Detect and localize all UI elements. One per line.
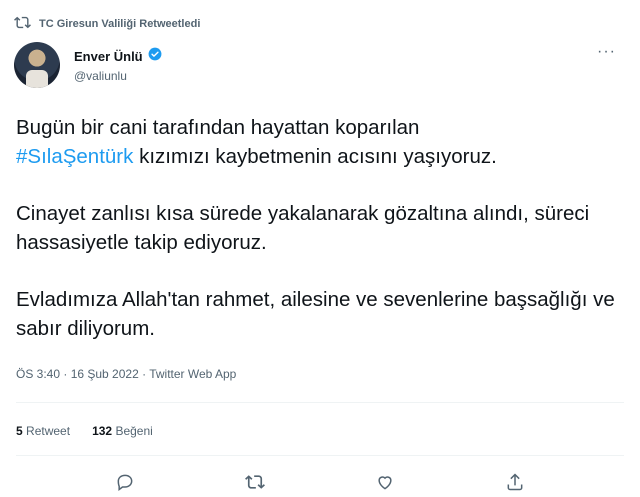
retweet-context-label: TC Giresun Valiliği Retweetledi <box>39 18 201 30</box>
more-options-icon[interactable]: ··· <box>597 44 616 60</box>
avatar[interactable] <box>14 42 60 88</box>
retweet-context[interactable]: TC Giresun Valiliği Retweetledi <box>14 14 200 34</box>
tweet-paragraph-3: Evladımıza Allah'tan rahmet, ailesine ve… <box>16 288 615 340</box>
divider <box>16 455 624 456</box>
tweet-timestamp[interactable]: ÖS 3:40 · 16 Şub 2022 · Twitter Web App <box>16 367 236 381</box>
author-handle[interactable]: @valiunlu <box>74 69 162 83</box>
tweet-stats: 5 Retweet 132 Beğeni <box>16 424 153 438</box>
verified-badge-icon <box>148 47 162 66</box>
tweet-author: Enver Ünlü @valiunlu <box>14 42 162 88</box>
hashtag-link[interactable]: #SılaŞentürk <box>16 145 133 168</box>
author-display-name[interactable]: Enver Ünlü <box>74 49 143 64</box>
like-stat[interactable]: 132 Beğeni <box>92 424 153 438</box>
retweet-stat[interactable]: 5 Retweet <box>16 424 70 438</box>
tweet-paragraph-1: Bugün bir cani tarafından hayattan kopar… <box>16 116 497 168</box>
retweet-icon <box>14 14 31 34</box>
tweet-text: Bugün bir cani tarafından hayattan kopar… <box>16 113 626 371</box>
divider <box>16 402 624 403</box>
tweet-paragraph-2: Cinayet zanlısı kısa sürede yakalanarak … <box>16 202 590 254</box>
